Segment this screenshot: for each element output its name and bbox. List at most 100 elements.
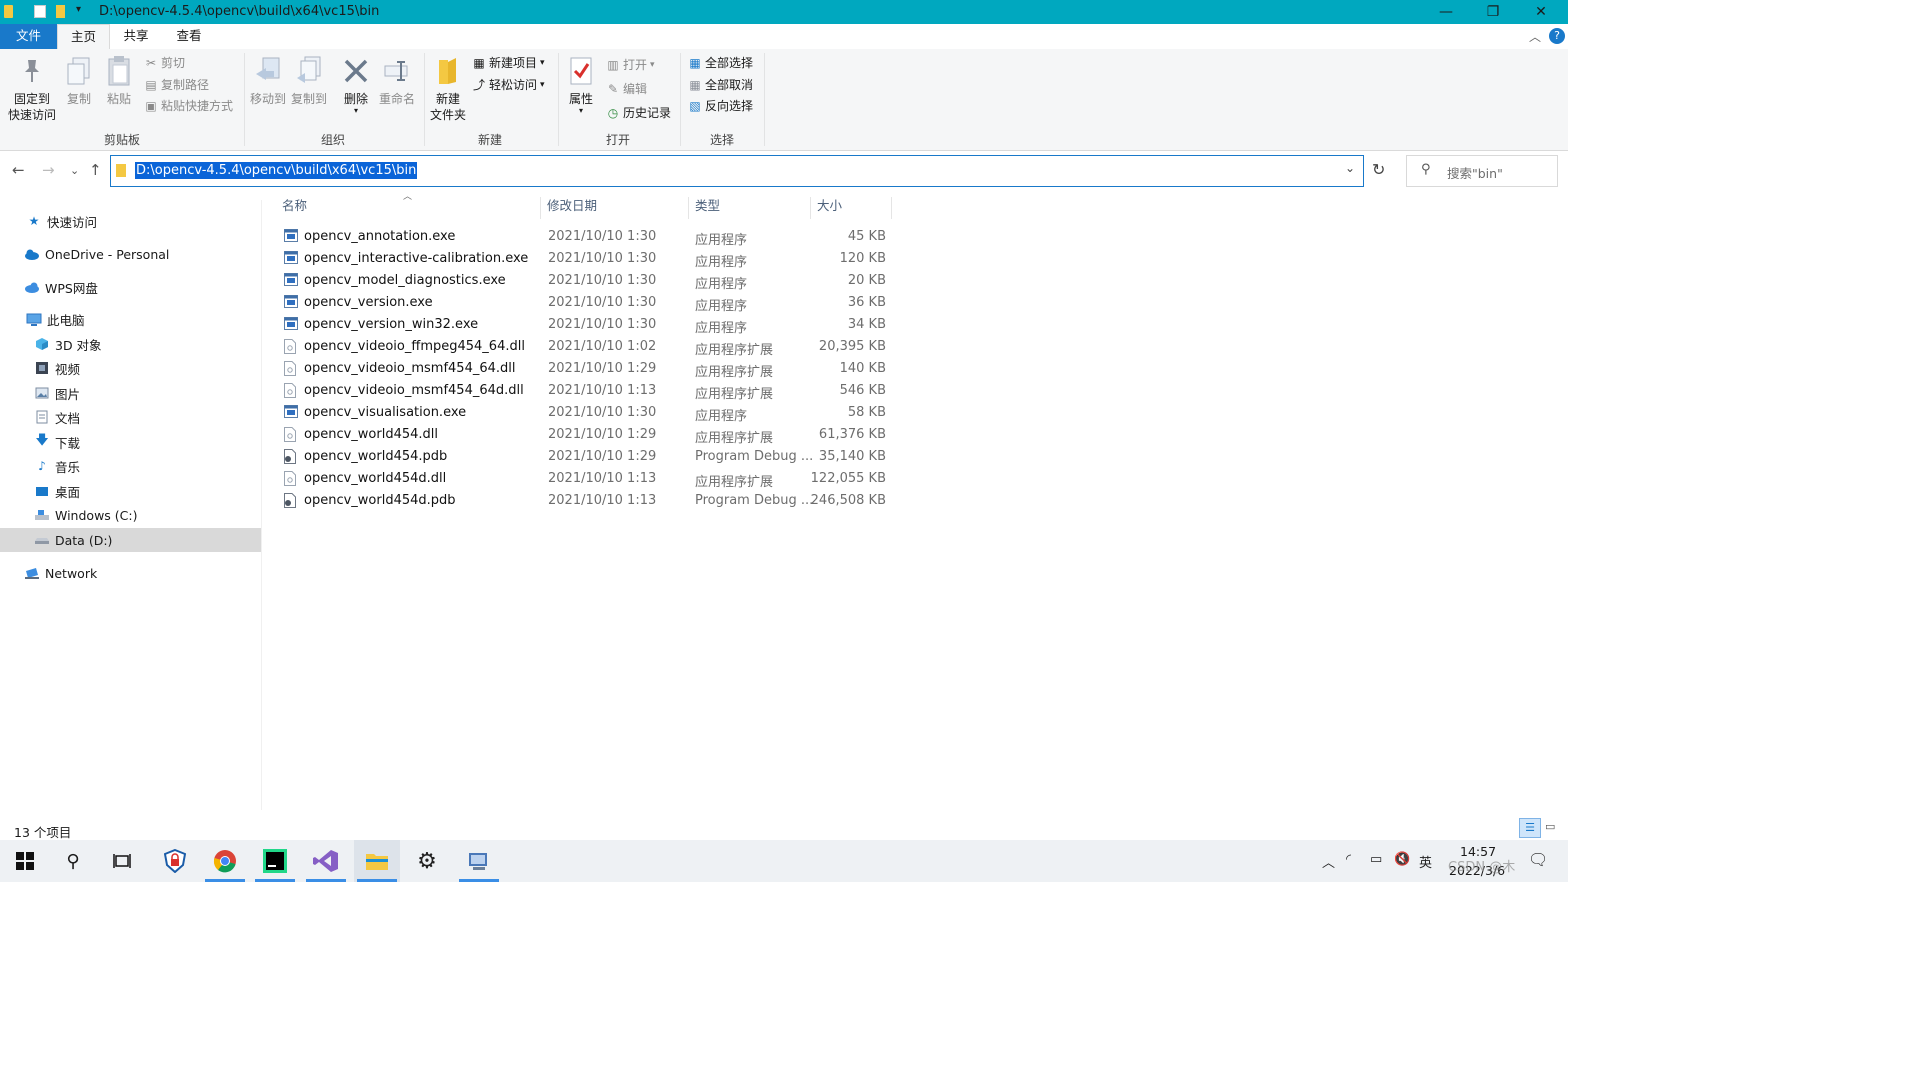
copy-button[interactable]: 复制 xyxy=(62,55,96,107)
details-view-icon[interactable]: ☰ xyxy=(1519,818,1541,838)
select-none-button[interactable]: ▦ 全部取消 xyxy=(688,75,753,95)
column-header-size[interactable]: 大小 xyxy=(811,197,892,219)
paste-shortcut-button[interactable]: ▣ 粘贴快捷方式 xyxy=(144,96,233,116)
nav-music[interactable]: ♪ 音乐 xyxy=(0,454,261,478)
address-dropdown-chevron-icon[interactable]: ⌄ xyxy=(1345,161,1355,175)
select-all-button[interactable]: ▦ 全部选择 xyxy=(688,53,753,73)
large-icons-view-icon[interactable]: ▭ xyxy=(1545,820,1555,833)
ime-indicator[interactable]: 英 xyxy=(1419,852,1432,871)
remote-desktop-button[interactable] xyxy=(456,840,502,882)
nav-3d-objects[interactable]: 3D 对象 xyxy=(0,332,261,356)
column-header-name[interactable]: 名称 xyxy=(276,197,541,219)
security-app-button[interactable] xyxy=(152,840,198,882)
chrome-button[interactable] xyxy=(202,840,248,882)
file-row[interactable]: opencv_interactive-calibration.exe2021/1… xyxy=(278,248,890,270)
volume-muted-icon[interactable]: 🔇 xyxy=(1394,852,1410,867)
nav-onedrive[interactable]: OneDrive - Personal xyxy=(0,242,261,266)
new-folder-quick-icon[interactable] xyxy=(56,5,65,18)
start-button[interactable] xyxy=(2,840,48,882)
task-view-button[interactable] xyxy=(99,840,145,882)
new-item-button[interactable]: ▦ 新建项目 ▾ xyxy=(472,53,545,73)
battery-icon[interactable]: ▭ xyxy=(1370,852,1382,867)
notification-icon[interactable]: 🗨 xyxy=(1528,850,1548,869)
file-explorer-button[interactable] xyxy=(354,840,400,882)
minimize-button[interactable]: — xyxy=(1423,0,1469,24)
tab-home[interactable]: 主页 xyxy=(57,24,110,50)
nav-videos[interactable]: 视频 xyxy=(0,356,261,380)
recent-locations-chevron-icon[interactable]: ⌄ xyxy=(70,164,79,177)
search-input[interactable]: 搜索"bin" xyxy=(1447,163,1503,182)
file-row[interactable]: opencv_world454.pdb2021/10/10 1:29Progra… xyxy=(278,446,890,468)
open-button[interactable]: ▥ 打开 ▾ xyxy=(606,55,655,75)
close-button[interactable]: ✕ xyxy=(1518,0,1564,24)
nav-documents[interactable]: 文档 xyxy=(0,405,261,429)
nav-windows-c[interactable]: Windows (C:) xyxy=(0,503,261,527)
easy-access-button[interactable]: ⤴ 轻松访问 ▾ xyxy=(472,75,545,95)
music-note-icon: ♪ xyxy=(34,458,50,474)
tab-view[interactable]: 查看 xyxy=(164,24,214,49)
tab-share[interactable]: 共享 xyxy=(112,24,160,49)
nav-downloads[interactable]: 🡇 下载 xyxy=(0,430,261,454)
file-size: 20 KB xyxy=(848,273,886,288)
nav-wps-drive[interactable]: WPS网盘 xyxy=(0,275,261,299)
open-icon: ▥ xyxy=(606,58,620,72)
properties-dropdown-icon[interactable]: ▾ xyxy=(562,107,600,115)
nav-data-d[interactable]: Data (D:) xyxy=(0,528,261,552)
move-to-button[interactable]: 移动到 xyxy=(248,55,288,107)
nav-this-pc[interactable]: 此电脑 xyxy=(0,307,261,331)
new-folder-button[interactable]: 新建 文件夹 xyxy=(428,55,468,123)
file-row[interactable]: opencv_version.exe2021/10/10 1:30应用程序36 … xyxy=(278,292,890,314)
file-type: 应用程序扩展 xyxy=(695,339,773,358)
wifi-icon[interactable]: ◜ xyxy=(1346,852,1351,867)
collapse-ribbon-icon[interactable]: ︿ xyxy=(1529,28,1541,45)
file-row[interactable]: opencv_model_diagnostics.exe2021/10/10 1… xyxy=(278,270,890,292)
show-hidden-icons-chevron-icon[interactable]: ︿ xyxy=(1322,852,1335,871)
properties-button[interactable]: 属性 ▾ xyxy=(562,55,600,115)
nav-quick-access[interactable]: ★ 快速访问 xyxy=(0,209,261,233)
nav-pictures[interactable]: 图片 xyxy=(0,381,261,405)
file-row[interactable]: opencv_videoio_msmf454_64d.dll2021/10/10… xyxy=(278,380,890,402)
address-path[interactable]: D:\opencv-4.5.4\opencv\build\x64\vc15\bi… xyxy=(135,162,417,179)
file-row[interactable]: opencv_world454.dll2021/10/10 1:29应用程序扩展… xyxy=(278,424,890,446)
file-row[interactable]: opencv_world454d.dll2021/10/10 1:13应用程序扩… xyxy=(278,468,890,490)
delete-button[interactable]: 删除 ▾ xyxy=(338,55,374,115)
pin-to-quick-access-button[interactable]: 固定到 快速访问 xyxy=(4,55,60,123)
column-header-date[interactable]: 修改日期 xyxy=(541,197,689,219)
pycharm-button[interactable] xyxy=(252,840,298,882)
cut-button[interactable]: ✂ 剪切 xyxy=(144,53,185,73)
properties-quick-icon[interactable] xyxy=(34,5,46,18)
column-header-type[interactable]: 类型 xyxy=(689,197,811,219)
paste-button[interactable]: 粘贴 xyxy=(102,55,136,107)
search-taskbar-button[interactable]: ⚲ xyxy=(50,840,96,882)
delete-dropdown-icon[interactable]: ▾ xyxy=(338,107,374,115)
edit-button[interactable]: ✎ 编辑 xyxy=(606,79,647,99)
file-type: 应用程序扩展 xyxy=(695,383,773,402)
tab-file[interactable]: 文件 xyxy=(0,24,57,49)
settings-button[interactable]: ⚙ xyxy=(404,840,450,882)
refresh-icon[interactable]: ↻ xyxy=(1372,160,1385,179)
back-arrow-icon[interactable]: ← xyxy=(12,161,25,179)
file-row[interactable]: opencv_world454d.pdb2021/10/10 1:13Progr… xyxy=(278,490,890,512)
file-row[interactable]: opencv_annotation.exe2021/10/10 1:30应用程序… xyxy=(278,226,890,248)
rename-button[interactable]: 重命名 xyxy=(376,55,418,107)
file-row[interactable]: opencv_version_win32.exe2021/10/10 1:30应… xyxy=(278,314,890,336)
copy-to-button[interactable]: 复制到 xyxy=(289,55,329,107)
invert-selection-button[interactable]: ▧ 反向选择 xyxy=(688,96,753,116)
file-name: opencv_interactive-calibration.exe xyxy=(304,251,528,266)
maximize-button[interactable]: ❐ xyxy=(1470,0,1516,24)
address-bar[interactable]: D:\opencv-4.5.4\opencv\build\x64\vc15\bi… xyxy=(110,155,1364,187)
file-row[interactable]: opencv_videoio_ffmpeg454_64.dll2021/10/1… xyxy=(278,336,890,358)
history-button[interactable]: ◷ 历史记录 xyxy=(606,103,671,123)
cloud-icon xyxy=(24,246,40,262)
forward-arrow-icon[interactable]: → xyxy=(42,161,55,179)
quick-access-dropdown-icon[interactable]: ▾ xyxy=(76,4,81,15)
up-arrow-icon[interactable]: ↑ xyxy=(89,161,102,179)
nav-desktop[interactable]: 桌面 xyxy=(0,479,261,503)
file-row[interactable]: opencv_videoio_msmf454_64.dll2021/10/10 … xyxy=(278,358,890,380)
copy-path-button[interactable]: ▤ 复制路径 xyxy=(144,75,209,95)
visual-studio-button[interactable] xyxy=(303,840,349,882)
search-box[interactable]: ⚲ 搜索"bin" xyxy=(1406,155,1558,187)
file-row[interactable]: opencv_visualisation.exe2021/10/10 1:30应… xyxy=(278,402,890,424)
nav-network[interactable]: Network xyxy=(0,561,261,585)
help-icon[interactable]: ? xyxy=(1549,28,1565,44)
